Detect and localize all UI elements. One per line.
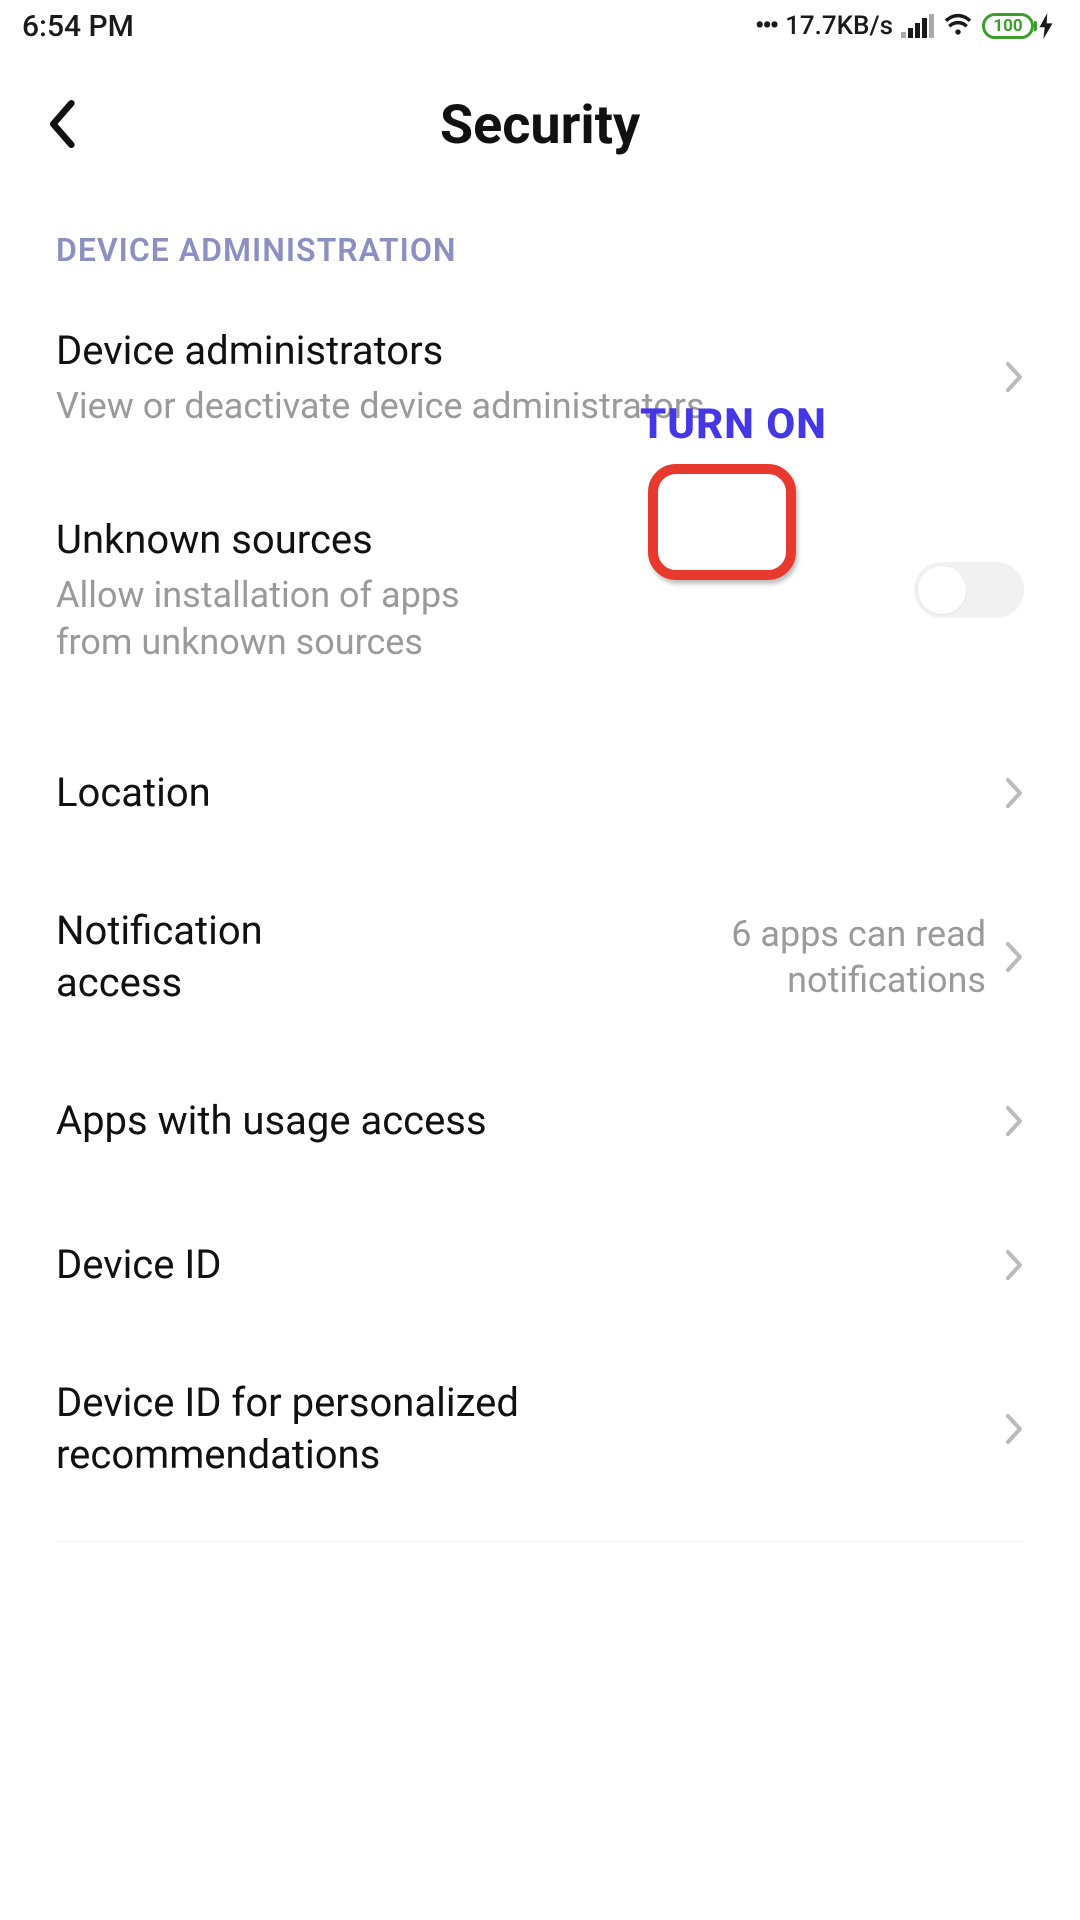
row-title: Unknown sources bbox=[56, 514, 485, 566]
row-unknown-sources[interactable]: Unknown sources Allow installation of ap… bbox=[0, 464, 1080, 716]
chevron-right-icon bbox=[1004, 940, 1024, 974]
section-header-device-administration: DEVICE ADMINISTRATION bbox=[0, 187, 1080, 291]
row-title: Apps with usage access bbox=[56, 1095, 1004, 1147]
row-title: Notification access bbox=[56, 905, 341, 1009]
app-bar: Security bbox=[0, 52, 1080, 187]
battery-percentage: 100 bbox=[993, 16, 1022, 36]
chevron-right-icon bbox=[1004, 776, 1024, 810]
charging-bolt-icon bbox=[1038, 13, 1054, 39]
cellular-signal-icon bbox=[901, 14, 934, 38]
row-title: Device ID bbox=[56, 1239, 1004, 1291]
row-device-administrators[interactable]: Device administrators View or deactivate… bbox=[0, 291, 1080, 464]
page-title: Security bbox=[38, 94, 1042, 157]
battery-icon: 100 bbox=[982, 13, 1054, 39]
unknown-sources-toggle[interactable] bbox=[914, 562, 1024, 618]
chevron-right-icon bbox=[1004, 1412, 1024, 1446]
more-dots-icon: ••• bbox=[755, 11, 777, 41]
status-bar: 6:54 PM ••• 17.7KB/s 100 bbox=[0, 0, 1080, 52]
row-value: 6 apps can read notifications bbox=[626, 911, 986, 1005]
row-subtitle: View or deactivate device administrators bbox=[56, 383, 1004, 430]
row-device-id[interactable]: Device ID bbox=[0, 1193, 1080, 1337]
divider bbox=[56, 1541, 1024, 1542]
chevron-left-icon bbox=[44, 98, 78, 150]
chevron-right-icon bbox=[1004, 360, 1024, 394]
row-title: Device administrators bbox=[56, 325, 1004, 377]
chevron-right-icon bbox=[1004, 1104, 1024, 1138]
network-speed: 17.7KB/s bbox=[785, 11, 893, 41]
toggle-knob bbox=[918, 566, 966, 614]
row-subtitle: Allow installation of apps from unknown … bbox=[56, 572, 485, 666]
annotation-turn-on-label: TURN ON bbox=[640, 400, 827, 449]
row-device-id-personalized[interactable]: Device ID for personalized recommendatio… bbox=[0, 1337, 1080, 1521]
chevron-right-icon bbox=[1004, 1248, 1024, 1282]
row-title: Device ID for personalized recommendatio… bbox=[56, 1377, 530, 1481]
row-location[interactable]: Location bbox=[0, 721, 1080, 865]
row-apps-usage-access[interactable]: Apps with usage access bbox=[0, 1049, 1080, 1193]
row-notification-access[interactable]: Notification access 6 apps can read noti… bbox=[0, 865, 1080, 1049]
back-button[interactable] bbox=[44, 98, 78, 154]
wifi-icon bbox=[942, 8, 974, 44]
status-indicators: ••• 17.7KB/s 100 bbox=[755, 8, 1054, 44]
status-time: 6:54 PM bbox=[22, 9, 134, 44]
row-title: Location bbox=[56, 767, 1004, 819]
